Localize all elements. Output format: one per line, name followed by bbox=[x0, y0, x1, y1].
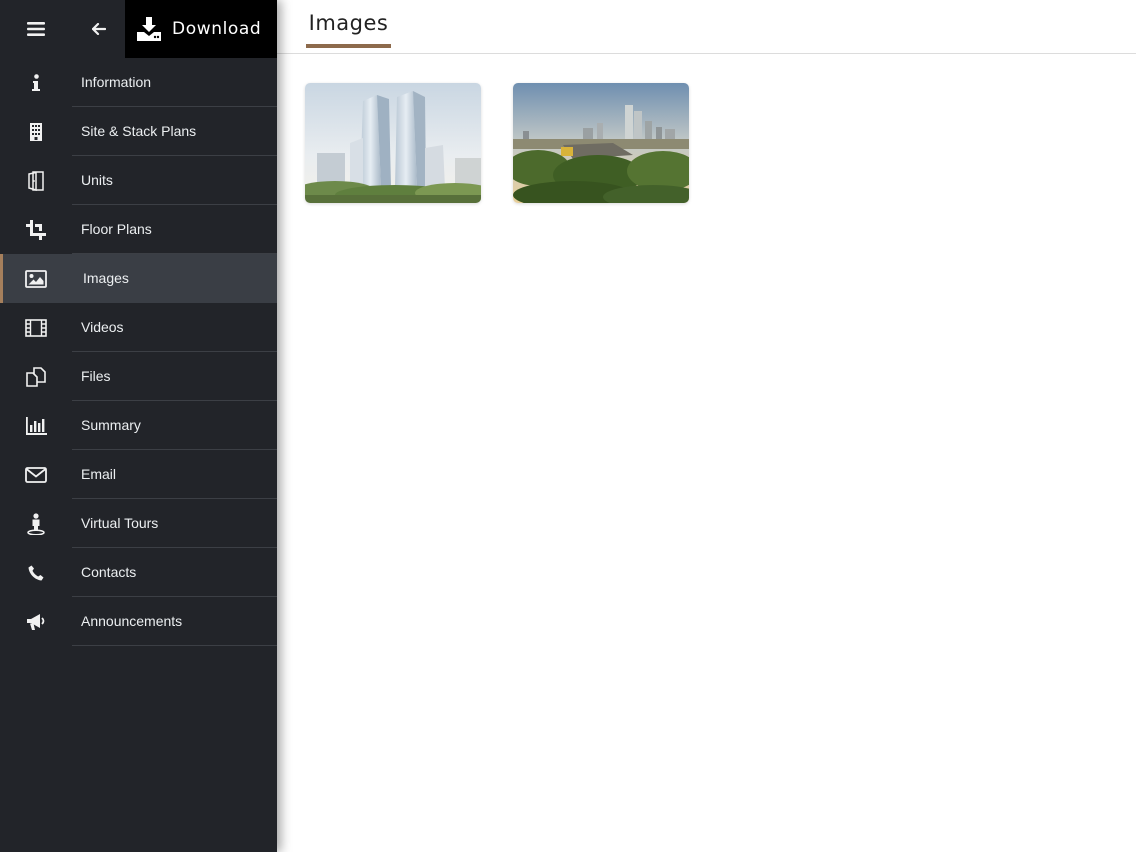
sidebar-item-summary[interactable]: Summary bbox=[0, 401, 277, 450]
back-button[interactable] bbox=[72, 0, 125, 58]
sidebar-nav: Information Site & Stack Plans Units Flo… bbox=[0, 58, 277, 646]
megaphone-icon bbox=[27, 613, 45, 630]
main-content: Images bbox=[277, 0, 1136, 852]
sidebar-item-videos[interactable]: Videos bbox=[0, 303, 277, 352]
sidebar-item-label: Contacts bbox=[72, 548, 277, 597]
phone-icon bbox=[28, 565, 44, 580]
sidebar-item-label: Virtual Tours bbox=[72, 499, 277, 548]
sidebar-item-units[interactable]: Units bbox=[0, 156, 277, 205]
sidebar-item-label: Files bbox=[72, 352, 277, 401]
sidebar-item-label: Announcements bbox=[72, 597, 277, 646]
sidebar-item-label: Floor Plans bbox=[72, 205, 277, 254]
sidebar-item-label: Summary bbox=[72, 401, 277, 450]
city-aerial-thumbnail[interactable] bbox=[513, 83, 689, 203]
menu-button[interactable] bbox=[0, 0, 72, 58]
tower-render-thumbnail[interactable] bbox=[305, 83, 481, 203]
info-icon bbox=[32, 73, 40, 91]
tab-label: Images bbox=[308, 11, 389, 35]
sidebar-item-information[interactable]: Information bbox=[0, 58, 277, 107]
tab-underline bbox=[306, 44, 391, 48]
sidebar-item-label: Site & Stack Plans bbox=[72, 107, 277, 156]
tab-images[interactable]: Images bbox=[306, 0, 391, 48]
sidebar-item-contacts[interactable]: Contacts bbox=[0, 548, 277, 597]
sidebar-item-floor-plans[interactable]: Floor Plans bbox=[0, 205, 277, 254]
download-button[interactable]: Download bbox=[125, 0, 277, 58]
sidebar-item-images[interactable]: Images bbox=[0, 254, 277, 303]
street-view-icon bbox=[27, 512, 45, 535]
main-header: Images bbox=[277, 0, 1136, 54]
hamburger-menu-icon bbox=[27, 22, 45, 36]
image-icon bbox=[25, 269, 47, 288]
sidebar-item-label: Information bbox=[72, 58, 277, 107]
sidebar-item-files[interactable]: Files bbox=[0, 352, 277, 401]
door-icon bbox=[28, 170, 44, 191]
download-label: Download bbox=[172, 19, 262, 39]
bar-chart-icon bbox=[26, 416, 47, 435]
sidebar-item-announcements[interactable]: Announcements bbox=[0, 597, 277, 646]
sidebar-item-label: Images bbox=[83, 270, 129, 286]
sidebar-item-email[interactable]: Email bbox=[0, 450, 277, 499]
film-icon bbox=[25, 318, 47, 337]
sidebar-item-virtual-tours[interactable]: Virtual Tours bbox=[0, 499, 277, 548]
sidebar-topbar: Download bbox=[0, 0, 277, 58]
download-tray-icon bbox=[137, 17, 161, 41]
sidebar-item-label: Videos bbox=[72, 303, 277, 352]
sidebar-item-site-stack-plans[interactable]: Site & Stack Plans bbox=[0, 107, 277, 156]
sidebar: Download Information Site & Stack Plans … bbox=[0, 0, 277, 852]
envelope-icon bbox=[25, 466, 47, 483]
files-icon bbox=[26, 366, 46, 387]
crop-icon bbox=[26, 219, 46, 240]
arrow-left-icon bbox=[91, 23, 106, 35]
building-icon bbox=[30, 122, 42, 141]
sidebar-item-label: Email bbox=[72, 450, 277, 499]
sidebar-item-label: Units bbox=[72, 156, 277, 205]
